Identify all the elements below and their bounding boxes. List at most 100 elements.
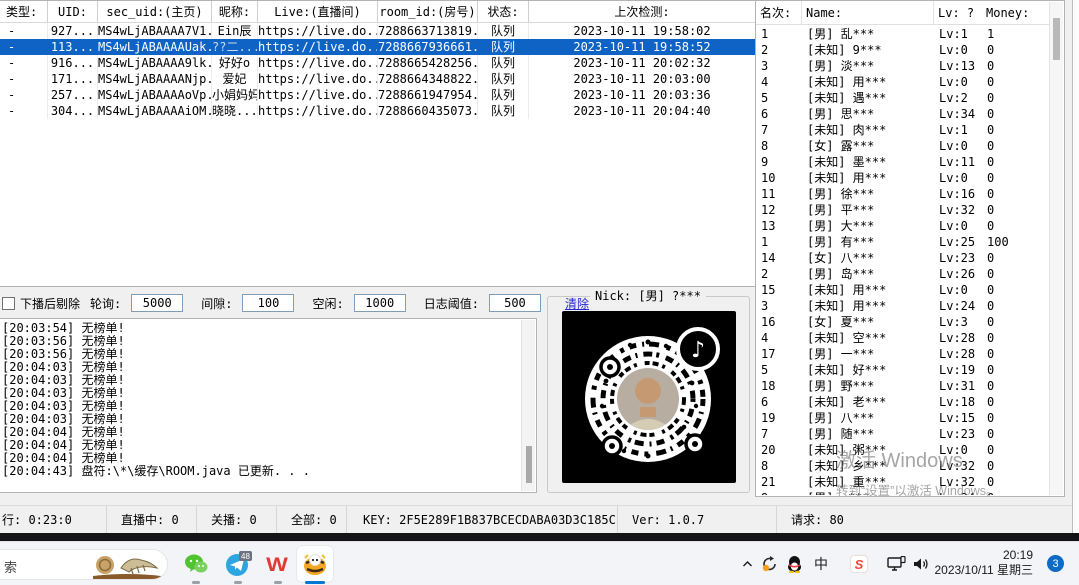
table-row[interactable]: - 927... MS4wLjABAAAA7V1... Ein辰 https:/… bbox=[0, 23, 756, 39]
log-threshold-input[interactable] bbox=[489, 294, 541, 312]
cell-rank: 3 bbox=[757, 58, 803, 74]
tray-ime-icon[interactable]: 中 bbox=[810, 554, 832, 574]
cell-level: Lv:26 bbox=[935, 266, 983, 282]
table-row[interactable]: - 304... MS4wLjABAAAAiOM... 晓晓... https:… bbox=[0, 103, 756, 119]
cell-level: Lv:0 bbox=[935, 442, 983, 458]
leaderboard-row[interactable]: 4 [未知] 用*** Lv:0 0 bbox=[757, 74, 1049, 90]
tray-chevron-up-icon[interactable] bbox=[736, 554, 758, 574]
status-bar: 行: 0:23:0 直播中: 0 关播: 0 全部: 0 KEY: 2F5E28… bbox=[0, 505, 1072, 533]
col-header-uid[interactable]: UID: bbox=[48, 1, 98, 22]
leaderboard-row[interactable]: 1 [男] 有*** Lv:25 100 bbox=[757, 234, 1049, 250]
search-input[interactable]: 索 bbox=[0, 549, 168, 580]
wechat-icon[interactable] bbox=[181, 549, 211, 579]
log-scrollbar[interactable] bbox=[521, 320, 535, 491]
col-header-live[interactable]: Live:(直播间) bbox=[258, 1, 378, 22]
scrollbar-thumb[interactable] bbox=[526, 446, 532, 483]
col-header-lastcheck[interactable]: 上次检测: bbox=[529, 1, 756, 22]
leaderboard-row[interactable]: 8 [未知] 乡*** Lv:32 0 bbox=[757, 458, 1049, 474]
col-header-type[interactable]: 类型: bbox=[0, 1, 48, 22]
cell-nick: 好好o bbox=[212, 55, 258, 71]
cell-rank: 17 bbox=[757, 346, 803, 362]
tray-network-icon[interactable] bbox=[886, 554, 908, 574]
tray-qq-icon[interactable] bbox=[783, 554, 805, 574]
leaderboard-row[interactable]: 13 [男] 大*** Lv:0 0 bbox=[757, 218, 1049, 234]
table-row[interactable]: - 113... MS4wLjABAAAAUak... ??二... https… bbox=[0, 39, 756, 55]
cell-secuid: MS4wLjABAAAAoVp... bbox=[98, 87, 212, 103]
cell-level: Lv:16 bbox=[935, 186, 983, 202]
leaderboard-row[interactable]: 6 [未知] 老*** Lv:18 0 bbox=[757, 394, 1049, 410]
leaderboard-row[interactable]: 9 [男] …*** Lv:34 0 bbox=[757, 490, 1049, 495]
leaderboard-row[interactable]: 12 [男] 平*** Lv:32 0 bbox=[757, 202, 1049, 218]
tray-sogou-icon[interactable]: S bbox=[848, 554, 870, 574]
cell-rank: 4 bbox=[757, 74, 803, 90]
cell-name: [男] 野*** bbox=[803, 378, 935, 394]
col-header-money[interactable]: Money: bbox=[982, 1, 1049, 24]
telegram-icon[interactable]: 48 bbox=[223, 549, 253, 579]
leaderboard-row[interactable]: 2 [男] 岛*** Lv:26 0 bbox=[757, 266, 1049, 282]
poll-input[interactable] bbox=[131, 294, 183, 312]
leaderboard-row[interactable]: 10 [未知] 用*** Lv:0 0 bbox=[757, 170, 1049, 186]
leaderboard-row[interactable]: 2 [未知] 9*** Lv:0 0 bbox=[757, 42, 1049, 58]
leaderboard-row[interactable]: 21 [未知] 重*** Lv:32 0 bbox=[757, 474, 1049, 490]
taskbar-clock[interactable]: 20:19 2023/10/11 星期三 bbox=[934, 548, 1033, 578]
cell-name: [未知] 遇*** bbox=[803, 90, 935, 106]
leaderboard-row[interactable]: 17 [男] 一*** Lv:28 0 bbox=[757, 346, 1049, 362]
cell-name: [男] 平*** bbox=[803, 202, 935, 218]
cell-status: 队列 bbox=[478, 39, 529, 55]
cell-rank: 10 bbox=[757, 170, 803, 186]
tray-volume-icon[interactable] bbox=[910, 554, 932, 574]
col-header-roomid[interactable]: room_id:(房号) bbox=[378, 1, 478, 22]
leaderboard-row[interactable]: 5 [未知] 好*** Lv:19 0 bbox=[757, 362, 1049, 378]
leaderboard-row[interactable]: 5 [未知] 遇*** Lv:2 0 bbox=[757, 90, 1049, 106]
idle-input[interactable] bbox=[354, 294, 406, 312]
leaderboard-row[interactable]: 9 [未知] 墨*** Lv:11 0 bbox=[757, 154, 1049, 170]
cell-money: 0 bbox=[983, 378, 1049, 394]
cell-level: Lv:3 bbox=[935, 314, 983, 330]
cell-type: - bbox=[0, 23, 48, 39]
window-edge bbox=[1072, 0, 1079, 533]
leaderboard-row[interactable]: 20 [未知] 粥*** Lv:0 0 bbox=[757, 442, 1049, 458]
leaderboard-scrollbar[interactable] bbox=[1049, 2, 1063, 495]
wps-icon[interactable]: W bbox=[262, 549, 292, 579]
col-header-name[interactable]: Name: bbox=[802, 1, 934, 24]
notification-badge[interactable]: 3 bbox=[1047, 555, 1064, 572]
leaderboard-row[interactable]: 6 [男] 思*** Lv:34 0 bbox=[757, 106, 1049, 122]
table-row[interactable]: - 916... MS4wLjABAAAA9lk... 好好o https://… bbox=[0, 55, 756, 71]
gap-input[interactable] bbox=[242, 294, 294, 312]
col-header-nick[interactable]: 昵称: bbox=[212, 1, 258, 22]
col-header-rank[interactable]: 名次: bbox=[756, 1, 802, 24]
remove-on-offline-checkbox[interactable] bbox=[2, 297, 15, 310]
leaderboard-row[interactable]: 1 [男] 乱*** Lv:1 1 bbox=[757, 26, 1049, 42]
leaderboard-row[interactable]: 16 [女] 夏*** Lv:3 0 bbox=[757, 314, 1049, 330]
scrollbar-thumb[interactable] bbox=[1053, 18, 1060, 60]
leaderboard-row[interactable]: 19 [男] 八*** Lv:15 0 bbox=[757, 410, 1049, 426]
leaderboard-row[interactable]: 15 [未知] 用*** Lv:0 0 bbox=[757, 282, 1049, 298]
leaderboard-row[interactable]: 7 [未知] 肉*** Lv:1 0 bbox=[757, 122, 1049, 138]
bee-app-icon[interactable] bbox=[300, 549, 330, 579]
cell-name: [男] 淡*** bbox=[803, 58, 935, 74]
cell-name: [未知] 粥*** bbox=[803, 442, 935, 458]
log-output[interactable]: [20:03:54] 无榜单![20:03:56] 无榜单![20:03:56]… bbox=[0, 318, 537, 493]
leaderboard-row[interactable]: 7 [男] 随*** Lv:23 0 bbox=[757, 426, 1049, 442]
leaderboard-row[interactable]: 4 [未知] 空*** Lv:28 0 bbox=[757, 330, 1049, 346]
cell-money: 0 bbox=[983, 394, 1049, 410]
leaderboard-row[interactable]: 14 [女] 八*** Lv:23 0 bbox=[757, 250, 1049, 266]
cell-roomid: 7288660435073... bbox=[378, 103, 478, 119]
col-header-secuid[interactable]: sec_uid:(主页) bbox=[98, 1, 212, 22]
col-header-status[interactable]: 状态: bbox=[478, 1, 529, 22]
leaderboard-row[interactable]: 8 [女] 露*** Lv:0 0 bbox=[757, 138, 1049, 154]
leaderboard-row[interactable]: 3 [男] 淡*** Lv:13 0 bbox=[757, 58, 1049, 74]
cell-name: [未知] 墨*** bbox=[803, 154, 935, 170]
leaderboard-row[interactable]: 11 [男] 徐*** Lv:16 0 bbox=[757, 186, 1049, 202]
cell-nick: 小娟妈妈 bbox=[212, 87, 258, 103]
cell-level: Lv:0 bbox=[935, 282, 983, 298]
cell-name: [男] 八*** bbox=[803, 410, 935, 426]
cell-name: [男] 徐*** bbox=[803, 186, 935, 202]
leaderboard-row[interactable]: 18 [男] 野*** Lv:31 0 bbox=[757, 378, 1049, 394]
table-row[interactable]: - 257... MS4wLjABAAAAoVp... 小娟妈妈 https:/… bbox=[0, 87, 756, 103]
col-header-level[interactable]: Lv: ? bbox=[934, 1, 982, 24]
leaderboard-row[interactable]: 3 [未知] 用*** Lv:24 0 bbox=[757, 298, 1049, 314]
tray-sync-icon[interactable] bbox=[759, 554, 781, 574]
cell-secuid: MS4wLjABAAAANjp... bbox=[98, 71, 212, 87]
table-row[interactable]: - 171... MS4wLjABAAAANjp... 爱妃 https://l… bbox=[0, 71, 756, 87]
